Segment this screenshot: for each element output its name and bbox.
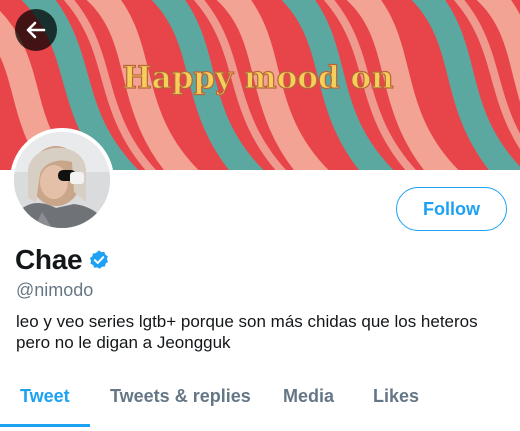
avatar[interactable] <box>10 128 114 232</box>
avatar-photo <box>14 132 110 228</box>
profile-tabs: Tweet Tweets & replies Media Likes <box>0 372 520 431</box>
verified-badge-icon <box>90 250 109 269</box>
user-handle: @nimodo <box>16 280 94 300</box>
active-tab-indicator <box>0 424 90 427</box>
arrow-left-icon <box>26 21 46 39</box>
name-row: Chae <box>15 244 110 276</box>
tab-tweets-replies[interactable]: Tweets & replies <box>110 386 251 407</box>
follow-button[interactable]: Follow <box>396 187 507 231</box>
tab-media[interactable]: Media <box>283 386 334 407</box>
bio-line: pero no le digan a Jeongguk <box>16 333 231 352</box>
back-button[interactable] <box>15 9 57 51</box>
tab-likes[interactable]: Likes <box>373 386 419 407</box>
banner-title: Happy mood on <box>122 60 393 96</box>
profile-bio: leo y veo series lgtb+ porque son más ch… <box>16 311 511 353</box>
display-name: Chae <box>15 244 83 275</box>
bio-line: leo y veo series lgtb+ porque son más ch… <box>16 312 478 331</box>
tab-tweet[interactable]: Tweet <box>20 386 70 407</box>
